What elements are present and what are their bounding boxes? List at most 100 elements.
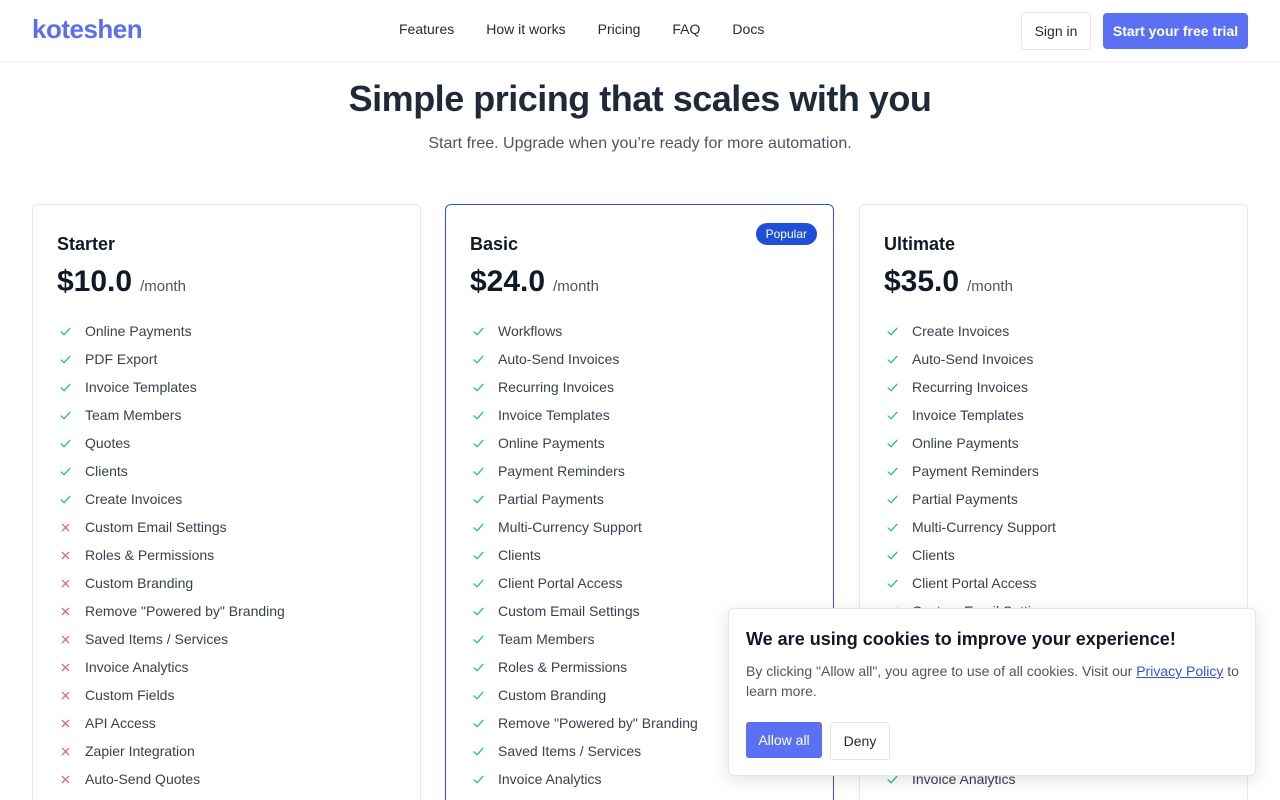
check-icon bbox=[470, 463, 486, 479]
cookie-text: By clicking "Allow all", you agree to us… bbox=[746, 661, 1246, 701]
plan-price: $10.0 /month bbox=[57, 265, 186, 299]
feature-label: Auto-Send Invoices bbox=[498, 351, 620, 367]
feature-label: Create Invoices bbox=[85, 491, 183, 507]
feature-label: Auto-Send Invoices bbox=[912, 351, 1034, 367]
nav-link-docs[interactable]: Docs bbox=[732, 21, 764, 37]
feature-label: Custom Branding bbox=[498, 687, 607, 703]
privacy-policy-link[interactable]: Privacy Policy bbox=[1136, 663, 1223, 679]
nav-link-faq[interactable]: FAQ bbox=[672, 21, 700, 37]
check-icon bbox=[470, 491, 486, 507]
x-icon bbox=[57, 519, 73, 535]
plan-name: Starter bbox=[57, 234, 116, 254]
check-icon bbox=[884, 407, 900, 423]
feature-item: PDF Export bbox=[57, 345, 285, 373]
feature-item: Multi-Currency Support bbox=[884, 513, 1112, 541]
check-icon bbox=[57, 379, 73, 395]
koteshen-logo[interactable]: koteshen bbox=[32, 14, 143, 45]
cookie-title: We are using cookies to improve your exp… bbox=[746, 629, 1176, 649]
feature-item: Multi-Currency Support bbox=[470, 513, 698, 541]
x-icon bbox=[57, 743, 73, 759]
nav-link-pricing[interactable]: Pricing bbox=[598, 21, 641, 37]
feature-item: Workflows bbox=[470, 317, 698, 345]
price-period: /month bbox=[967, 278, 1013, 295]
sign-in-button[interactable]: Sign in bbox=[1021, 12, 1091, 50]
check-icon bbox=[470, 771, 486, 787]
feature-item: Payment Reminders bbox=[470, 457, 698, 485]
feature-label: Online Payments bbox=[85, 323, 192, 339]
feature-item: Custom Email Settings bbox=[470, 597, 698, 625]
feature-item: Team Members bbox=[57, 401, 285, 429]
check-icon bbox=[57, 407, 73, 423]
feature-item: Remove "Powered by" Branding bbox=[470, 709, 698, 737]
feature-label: Invoice Templates bbox=[85, 379, 197, 395]
feature-label: API Access bbox=[85, 715, 156, 731]
feature-item: Create Invoices bbox=[57, 485, 285, 513]
x-icon bbox=[57, 631, 73, 647]
check-icon bbox=[884, 547, 900, 563]
feature-item: Online Payments bbox=[57, 317, 285, 345]
check-icon bbox=[884, 463, 900, 479]
feature-item: Invoice Analytics bbox=[57, 653, 285, 681]
page-title: Simple pricing that scales with you bbox=[348, 78, 932, 119]
feature-label: Invoice Templates bbox=[912, 407, 1024, 423]
check-icon bbox=[57, 463, 73, 479]
feature-label: Create Invoices bbox=[912, 323, 1010, 339]
feature-label: Custom Email Settings bbox=[85, 519, 227, 535]
feature-label: Multi-Currency Support bbox=[498, 519, 642, 535]
check-icon bbox=[470, 323, 486, 339]
plan-name: Ultimate bbox=[884, 234, 956, 254]
price-amount: $10.0 bbox=[57, 265, 133, 298]
feature-item: Online Payments bbox=[884, 429, 1112, 457]
cookie-banner: We are using cookies to improve your exp… bbox=[728, 608, 1256, 776]
feature-label: Clients bbox=[85, 463, 128, 479]
feature-label: Roles & Permissions bbox=[85, 547, 215, 563]
check-icon bbox=[470, 687, 486, 703]
feature-label: Partial Payments bbox=[912, 491, 1018, 507]
check-icon bbox=[470, 659, 486, 675]
feature-label: Zapier Integration bbox=[85, 743, 195, 759]
feature-label: Partial Payments bbox=[498, 491, 604, 507]
feature-label: Auto-Send Quotes bbox=[85, 771, 201, 787]
check-icon bbox=[884, 519, 900, 535]
allow-all-button[interactable]: Allow all bbox=[746, 722, 822, 758]
price-period: /month bbox=[553, 278, 599, 295]
feature-list: Workflows Auto-Send Invoices Recurring Inv… bbox=[470, 317, 698, 800]
check-icon bbox=[57, 351, 73, 367]
check-icon bbox=[884, 491, 900, 507]
feature-item: Client Portal Access bbox=[470, 569, 698, 597]
feature-label: Multi-Currency Support bbox=[912, 519, 1056, 535]
feature-item: Saved Items / Services bbox=[470, 737, 698, 765]
x-icon bbox=[57, 547, 73, 563]
check-icon bbox=[57, 491, 73, 507]
plan-name: Basic bbox=[470, 234, 519, 254]
feature-item: Custom Branding bbox=[57, 569, 285, 597]
feature-label: Quotes bbox=[85, 435, 131, 451]
nav-link-how-it-works[interactable]: How it works bbox=[486, 21, 565, 37]
x-icon bbox=[57, 715, 73, 731]
feature-label: Custom Fields bbox=[85, 687, 175, 703]
check-icon bbox=[470, 715, 486, 731]
feature-label: Invoice Analytics bbox=[85, 659, 189, 675]
feature-label: Remove "Powered by" Branding bbox=[498, 715, 698, 731]
x-icon bbox=[57, 575, 73, 591]
feature-item: Zapier Integration bbox=[57, 737, 285, 765]
feature-label: Workflows bbox=[498, 323, 563, 339]
feature-label: Saved Items / Services bbox=[85, 631, 229, 647]
check-icon bbox=[470, 407, 486, 423]
feature-item: Roles & Permissions bbox=[57, 541, 285, 569]
check-icon bbox=[884, 379, 900, 395]
feature-label: Recurring Invoices bbox=[498, 379, 614, 395]
feature-item: Clients bbox=[884, 541, 1112, 569]
popular-badge: Popular bbox=[755, 223, 817, 245]
start-free-trial-button[interactable]: Start your free trial bbox=[1103, 13, 1248, 49]
deny-button[interactable]: Deny bbox=[830, 722, 890, 760]
check-icon bbox=[470, 379, 486, 395]
feature-item: Client Portal Access bbox=[884, 569, 1112, 597]
price-amount: $35.0 bbox=[884, 265, 960, 298]
check-icon bbox=[884, 351, 900, 367]
nav-link-features[interactable]: Features bbox=[399, 21, 454, 37]
feature-item: Create Invoices bbox=[884, 317, 1112, 345]
feature-label: Client Portal Access bbox=[912, 575, 1037, 591]
feature-item: Auto-Send Invoices bbox=[470, 345, 698, 373]
feature-item: Invoice Templates bbox=[884, 401, 1112, 429]
